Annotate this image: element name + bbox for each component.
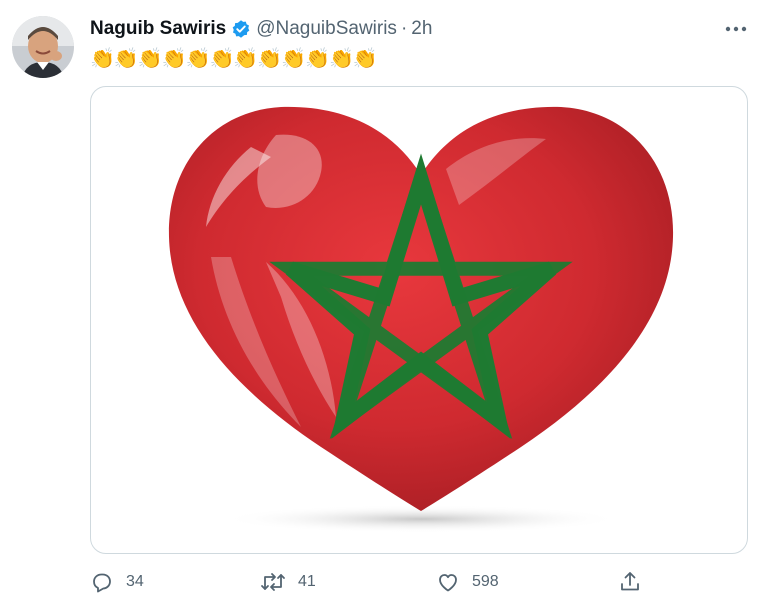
- more-icon: [725, 26, 747, 32]
- separator-dot: ·: [400, 18, 408, 39]
- tweet-media[interactable]: [90, 86, 748, 554]
- tweet-actions: 34 41 598: [90, 566, 740, 598]
- author-name[interactable]: Naguib Sawiris: [90, 18, 226, 40]
- avatar[interactable]: [12, 16, 74, 78]
- tweet-text: 👏👏👏👏👏👏👏👏👏👏👏👏: [90, 47, 378, 70]
- avatar-photo: [12, 16, 74, 78]
- share-icon: [621, 572, 639, 591]
- retweet-icon: [261, 573, 285, 591]
- more-options-button[interactable]: [720, 16, 752, 42]
- share-button[interactable]: [618, 566, 642, 598]
- like-button[interactable]: 598: [436, 566, 499, 598]
- heart-flag-image: [168, 106, 674, 533]
- tweet-timestamp[interactable]: 2h: [411, 18, 432, 40]
- reply-count: 34: [126, 573, 144, 590]
- like-count: 598: [472, 573, 499, 590]
- verified-badge-icon: [231, 19, 251, 39]
- tweet-header: Naguib Sawiris @NaguibSawiris · 2h: [90, 17, 432, 41]
- reply-button[interactable]: 34: [90, 566, 144, 598]
- retweet-count: 41: [298, 573, 316, 590]
- retweet-button[interactable]: 41: [260, 566, 316, 598]
- like-icon: [439, 574, 457, 592]
- author-handle[interactable]: @NaguibSawiris: [256, 18, 397, 40]
- reply-icon: [93, 573, 111, 593]
